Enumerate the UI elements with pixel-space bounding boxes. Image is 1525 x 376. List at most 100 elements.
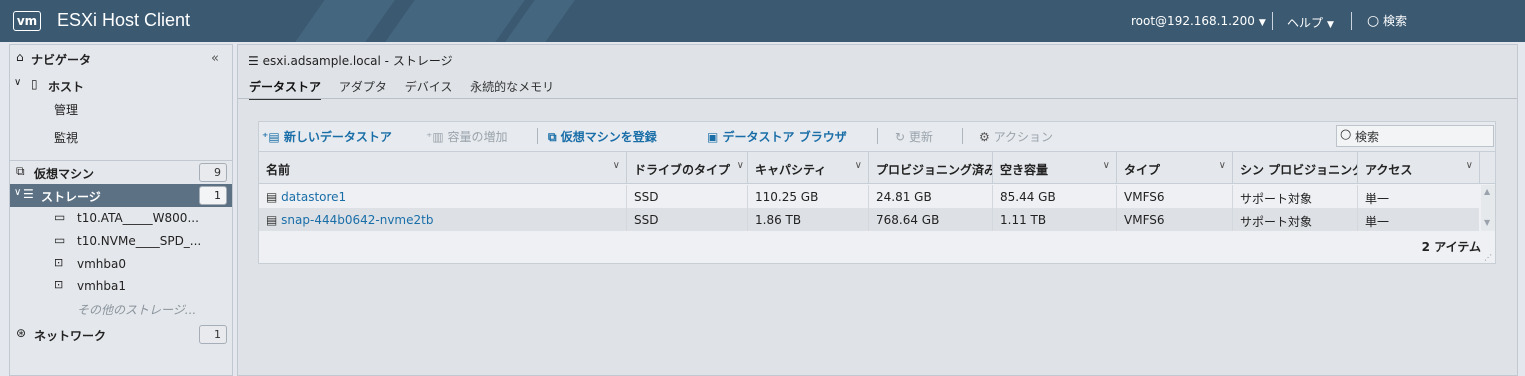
nav-item-disk-1[interactable]: ▭ t10.ATA_____W800... [10,207,232,230]
table-cell: SSD [627,208,748,231]
count-badge: 9 [199,163,227,182]
search-icon: ○ [1340,127,1352,142]
column-label: 空き容量 [1000,163,1049,177]
table-row[interactable]: ▤ snap-444b0642-nvme2tb SSD 1.86 TB 768.… [259,208,1479,231]
nav-item-host[interactable]: ∨ ▯ ホスト [10,74,232,97]
nav-item-label: vmhba0 [77,257,127,271]
chevron-down-icon[interactable]: ∨ [1466,160,1473,171]
register-vm-button[interactable]: ⧉ 仮想マシンを登録 [548,128,657,145]
table-cell: 110.25 GB [748,185,869,208]
new-datastore-icon: ⁺▤ [262,130,280,144]
app-title: ESXi Host Client [57,10,191,30]
search-label: 検索 [1383,14,1408,28]
nav-item-storage[interactable]: ∨ ☰ ストレージ 1 [10,184,232,207]
nav-item-label: 監視 [54,131,79,145]
chevron-down-icon[interactable]: ∨ [1103,160,1110,171]
table-cell: 24.81 GB [869,185,993,208]
count-badge: 1 [199,186,227,205]
resize-handle-icon[interactable]: ⋰ [1484,253,1492,262]
disk-icon: ▭ [54,233,66,247]
network-icon: ⊛ [16,326,27,340]
tab-adapters[interactable]: アダプタ [339,78,387,95]
nav-item-monitor[interactable]: 監視 [10,126,232,149]
column-label: 名前 [266,163,291,177]
nav-item-disk-2[interactable]: ▭ t10.NVMe____SPD_... [10,230,232,253]
datastore-name-link[interactable]: ▤ snap-444b0642-nvme2tb [259,208,627,231]
chevron-down-icon[interactable]: ∨ [737,160,744,171]
column-label: アクセス [1365,163,1413,177]
nav-item-label: ネットワーク [34,329,107,343]
navigator-panel: ⌂ ナビゲータ « ∨ ▯ ホスト 管理 監視 ⧉ 仮想マシン 9 ∨ ☰ スト… [9,44,233,376]
help-menu[interactable]: ヘルプ ▼ [1287,14,1334,31]
search-input[interactable]: ○ 検索 [1336,125,1494,147]
divider [537,128,538,144]
column-label: タイプ [1124,163,1161,177]
column-header-type[interactable]: タイプ ∨ [1117,152,1233,184]
disk-icon: ▭ [54,210,66,224]
new-datastore-button[interactable]: ⁺▤ 新しいデータストア [262,128,392,145]
table-cell: 1.11 TB [993,208,1117,231]
tab-persistent-memory[interactable]: 永続的なメモリ [470,78,554,95]
datastore-browser-button[interactable]: ▣ データストア ブラウザ [707,128,847,145]
navigator-title: ナビゲータ [31,53,92,67]
vertical-scrollbar[interactable]: ▲ ▼ [1481,185,1495,231]
column-label: キャパシティ [755,163,827,177]
nav-item-label: ストレージ [41,190,101,204]
search-button[interactable]: ○ 検索 [1367,12,1407,29]
datastore-icon: ▤ [266,190,278,204]
nav-item-vmhba1[interactable]: ⊡ vmhba1 [10,275,232,298]
tab-datastores[interactable]: データストア [249,78,322,100]
chevron-down-icon[interactable]: ∨ [613,160,620,171]
nav-item-label: t10.NVMe____SPD_... [77,234,202,248]
toolbar: ⁺▤ 新しいデータストア ⁺▥ 容量の増加 ⧉ 仮想マシンを登録 ▣ データスト… [258,121,1496,151]
chevron-down-icon: ▼ [1327,20,1334,30]
table-row[interactable]: ▤ datastore1 SSD 110.25 GB 24.81 GB 85.4… [259,185,1479,208]
nav-item-network[interactable]: ⊛ ネットワーク 1 [10,323,232,346]
table-cell: サポート対象 [1233,185,1358,208]
main-panel: ☰ esxi.adsample.local - ストレージ データストア アダプ… [237,44,1518,376]
collapse-icon[interactable]: « [211,51,219,66]
scroll-up-icon[interactable]: ▲ [1484,187,1490,196]
table-cell: SSD [627,185,748,208]
host-icon: ▯ [31,77,38,91]
page-title: ☰ esxi.adsample.local - ストレージ [248,52,453,69]
tab-devices[interactable]: デバイス [405,78,453,95]
header-decoration [295,0,395,42]
gear-icon: ⚙ [979,130,990,144]
column-header-capacity[interactable]: キャパシティ ∨ [748,152,869,184]
column-header-provisioned[interactable]: プロビジョニング済み [869,152,993,184]
nav-item-manage[interactable]: 管理 [10,98,232,121]
column-header-drive-type[interactable]: ドライブのタイプ ∨ [627,152,748,184]
table-cell: VMFS6 [1117,208,1233,231]
search-placeholder: 検索 [1355,130,1380,144]
search-icon: ○ [1367,13,1380,29]
column-header-name[interactable]: 名前 ∨ [259,152,627,184]
cell-text: snap-444b0642-nvme2tb [281,213,434,227]
table-cell: VMFS6 [1117,185,1233,208]
nav-item-more-storage[interactable]: その他のストレージ... [10,297,232,320]
divider [877,128,878,144]
user-name: root@192.168.1.200 [1131,14,1255,28]
refresh-icon: ↻ [895,130,906,144]
column-header-access[interactable]: アクセス ∨ [1358,152,1480,184]
refresh-button[interactable]: ↻ 更新 [895,128,933,145]
nav-item-vmhba0[interactable]: ⊡ vmhba0 [10,253,232,276]
chevron-down-icon[interactable]: ∨ [1219,160,1226,171]
nav-item-vms[interactable]: ⧉ 仮想マシン 9 [10,160,232,183]
chevron-down-icon[interactable]: ∨ [855,160,862,171]
item-count: 2 アイテム [1421,240,1481,254]
datastore-name-link[interactable]: ▤ datastore1 [259,185,627,208]
nav-item-label: 管理 [54,103,79,117]
user-menu[interactable]: root@192.168.1.200 ▼ [1131,14,1266,28]
header-decoration [385,0,525,42]
button-label: データストア ブラウザ [722,130,847,144]
increase-capacity-button[interactable]: ⁺▥ 容量の増加 [426,128,508,145]
chevron-down-icon: ∨ [14,77,22,88]
column-header-free[interactable]: 空き容量 ∨ [993,152,1117,184]
column-header-thin-provisioning[interactable]: シン プロビジョニング [1233,152,1358,184]
table-cell: 1.86 TB [748,208,869,231]
actions-button[interactable]: ⚙ アクション [979,128,1053,145]
table-cell: 768.64 GB [869,208,993,231]
nav-item-label: 仮想マシン [34,167,95,181]
scroll-down-icon[interactable]: ▼ [1484,218,1490,227]
